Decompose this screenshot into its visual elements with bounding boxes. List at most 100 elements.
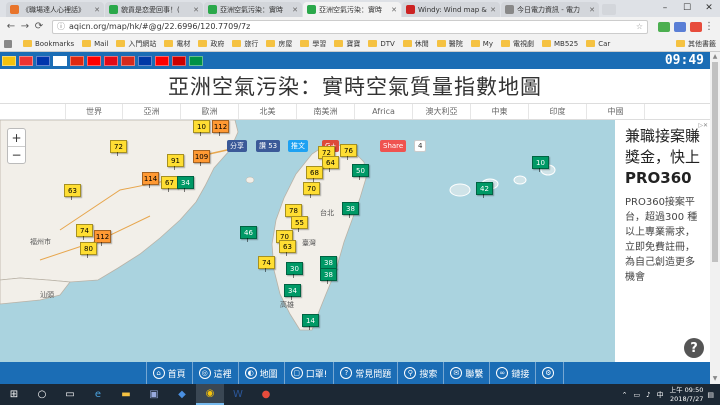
aqi-station-marker[interactable]: 38 bbox=[320, 268, 337, 284]
bookmark-folder[interactable]: DTV bbox=[368, 39, 395, 49]
language-flag-icon[interactable] bbox=[53, 55, 67, 66]
aqi-station-marker[interactable]: 50 bbox=[352, 164, 369, 180]
new-tab-button[interactable] bbox=[602, 4, 616, 15]
chrome-icon[interactable]: ◉ bbox=[196, 384, 224, 405]
aqi-map[interactable]: + − 分享 讚 53 推文 G+ Share 4 72112911091146… bbox=[0, 120, 615, 362]
bookmark-folder[interactable]: Car bbox=[586, 39, 610, 49]
browser-tab[interactable]: 《職場達人心裡話》 ✕ bbox=[6, 2, 104, 17]
bottom-menu-item[interactable]: ∞ 鏈接 bbox=[489, 362, 535, 384]
bookmark-folder[interactable]: 電視劇 bbox=[500, 39, 534, 49]
info-icon[interactable]: ⓘ bbox=[57, 21, 65, 32]
browser-tab[interactable]: Windy: Wind map & ✕ bbox=[402, 2, 500, 17]
back-icon[interactable]: ← bbox=[4, 21, 18, 32]
app-icon[interactable]: ● bbox=[252, 384, 280, 405]
bottom-menu-item[interactable]: ⚲ 搜索 bbox=[397, 362, 443, 384]
scroll-down-icon[interactable]: ▼ bbox=[710, 374, 720, 384]
bookmark-folder[interactable]: Bookmarks bbox=[23, 39, 74, 49]
aqi-station-marker[interactable]: 112 bbox=[212, 120, 229, 136]
aqi-station-marker[interactable]: 91 bbox=[167, 154, 184, 170]
bottom-menu-item[interactable]: ? 常見問題 bbox=[333, 362, 397, 384]
menu-icon[interactable]: ⋮ bbox=[702, 21, 716, 32]
page-scrollbar[interactable]: ▲ ▼ bbox=[710, 52, 720, 384]
region-link[interactable]: 印度 bbox=[529, 104, 587, 119]
region-link[interactable]: 亞洲 bbox=[123, 104, 181, 119]
aqi-station-marker[interactable]: 109 bbox=[193, 150, 210, 166]
language-flag-icon[interactable] bbox=[155, 55, 169, 66]
region-link[interactable]: 歐洲 bbox=[181, 104, 239, 119]
file-explorer-icon[interactable]: ▬ bbox=[112, 384, 140, 405]
aqi-station-marker[interactable]: 74 bbox=[258, 256, 275, 272]
aqi-station-marker[interactable]: 80 bbox=[80, 242, 97, 258]
fb-share-button[interactable]: 分享 bbox=[227, 140, 247, 152]
bookmark-folder[interactable]: 醫院 bbox=[436, 39, 463, 49]
region-link[interactable]: 中東 bbox=[471, 104, 529, 119]
region-link[interactable]: 南美洲 bbox=[297, 104, 355, 119]
browser-tab[interactable]: 亞洲空氣污染：實時 ✕ bbox=[204, 2, 302, 17]
extension-icon[interactable] bbox=[658, 21, 670, 32]
zoom-out-button[interactable]: − bbox=[8, 146, 25, 163]
browser-tab[interactable]: 貌貢是恋愛回事！(✕ bbox=[105, 2, 203, 17]
clock-tray[interactable]: 上午 09:50 2018/7/27 bbox=[670, 386, 704, 404]
tray-chevron-icon[interactable]: ⌃ bbox=[622, 391, 628, 399]
browser-tab[interactable]: 亞洲空氣污染：實時 ✕ bbox=[303, 2, 401, 17]
browser-tab[interactable]: 今日電力資訊 - 電力 ✕ bbox=[501, 2, 599, 17]
dropbox-icon[interactable]: ◆ bbox=[168, 384, 196, 405]
language-flag-icon[interactable] bbox=[36, 55, 50, 66]
language-flag-icon[interactable] bbox=[138, 55, 152, 66]
language-flag-icon[interactable] bbox=[87, 55, 101, 66]
aqi-station-marker[interactable]: 42 bbox=[476, 182, 493, 198]
apps-icon[interactable] bbox=[4, 39, 15, 48]
aqi-station-marker[interactable]: 76 bbox=[340, 144, 357, 160]
word-icon[interactable]: W bbox=[224, 384, 252, 405]
fb-like-button[interactable]: 讚 53 bbox=[256, 140, 281, 152]
language-flag-icon[interactable] bbox=[2, 55, 16, 66]
share-button[interactable]: Share bbox=[380, 140, 407, 152]
ad-panel[interactable]: ▷✕ 兼職接案賺獎金，快上 PRO360 PRO360接案平台，超過300 種以… bbox=[615, 120, 710, 362]
bookmark-folder[interactable]: My bbox=[470, 39, 493, 49]
tweet-button[interactable]: 推文 bbox=[288, 140, 308, 152]
scroll-thumb[interactable] bbox=[712, 62, 718, 262]
minimize-icon[interactable]: – bbox=[654, 0, 676, 16]
store-icon[interactable]: ▣ bbox=[140, 384, 168, 405]
bookmark-folder[interactable]: 房屋 bbox=[266, 39, 292, 49]
bookmark-folder[interactable]: 電材 bbox=[164, 39, 190, 49]
aqi-station-marker[interactable]: 114 bbox=[142, 172, 159, 188]
help-icon[interactable]: ? bbox=[684, 338, 704, 358]
tab-close-icon[interactable]: ✕ bbox=[490, 6, 496, 14]
volume-icon[interactable]: ♪ bbox=[646, 391, 650, 399]
region-link[interactable]: 澳大利亞 bbox=[413, 104, 471, 119]
language-flag-icon[interactable] bbox=[70, 55, 84, 66]
bookmark-folder[interactable]: Mail bbox=[82, 39, 108, 49]
aqi-station-marker[interactable]: 10 bbox=[193, 120, 210, 136]
tab-close-icon[interactable]: ✕ bbox=[292, 6, 298, 14]
aqi-station-marker[interactable]: 55 bbox=[291, 216, 308, 232]
region-link[interactable]: 北美 bbox=[239, 104, 297, 119]
bottom-menu-item[interactable]: ✉ 聯繫 bbox=[443, 362, 489, 384]
aqi-station-marker[interactable]: 38 bbox=[342, 202, 359, 218]
aqi-station-marker[interactable]: 14 bbox=[302, 314, 319, 330]
aqi-station-marker[interactable]: 67 bbox=[161, 176, 178, 192]
language-flag-icon[interactable] bbox=[172, 55, 186, 66]
bottom-menu-item[interactable]: ⌂ 首頁 bbox=[145, 362, 192, 384]
aqi-station-marker[interactable]: 72 bbox=[110, 140, 127, 156]
tab-close-icon[interactable]: ✕ bbox=[193, 6, 199, 14]
ad-choices-icon[interactable]: ▷✕ bbox=[698, 122, 708, 129]
edge-icon[interactable]: e bbox=[84, 384, 112, 405]
bottom-menu-item[interactable]: ◐ 地圖 bbox=[237, 362, 284, 384]
aqi-station-marker[interactable]: 30 bbox=[286, 262, 303, 278]
bottom-menu-item[interactable]: ◎ 這裡 bbox=[191, 362, 238, 384]
region-link[interactable]: 中國 bbox=[587, 104, 645, 119]
bookmark-folder[interactable]: 政府 bbox=[198, 39, 224, 49]
bookmark-folder[interactable]: 寶寶 bbox=[334, 39, 360, 49]
bookmark-folder[interactable]: MB525 bbox=[541, 39, 578, 49]
close-window-icon[interactable]: ✕ bbox=[698, 0, 720, 16]
forward-icon[interactable]: → bbox=[18, 21, 32, 32]
aqi-station-marker[interactable]: 46 bbox=[240, 226, 257, 242]
aqi-station-marker[interactable]: 10 bbox=[532, 156, 549, 172]
aqi-station-marker[interactable]: 74 bbox=[76, 224, 93, 240]
aqi-station-marker[interactable]: 34 bbox=[284, 284, 301, 300]
scroll-up-icon[interactable]: ▲ bbox=[710, 52, 720, 62]
bottom-menu-item[interactable]: ⚙ bbox=[535, 362, 565, 384]
ime-indicator[interactable]: 中 bbox=[657, 390, 664, 400]
language-flag-icon[interactable] bbox=[121, 55, 135, 66]
